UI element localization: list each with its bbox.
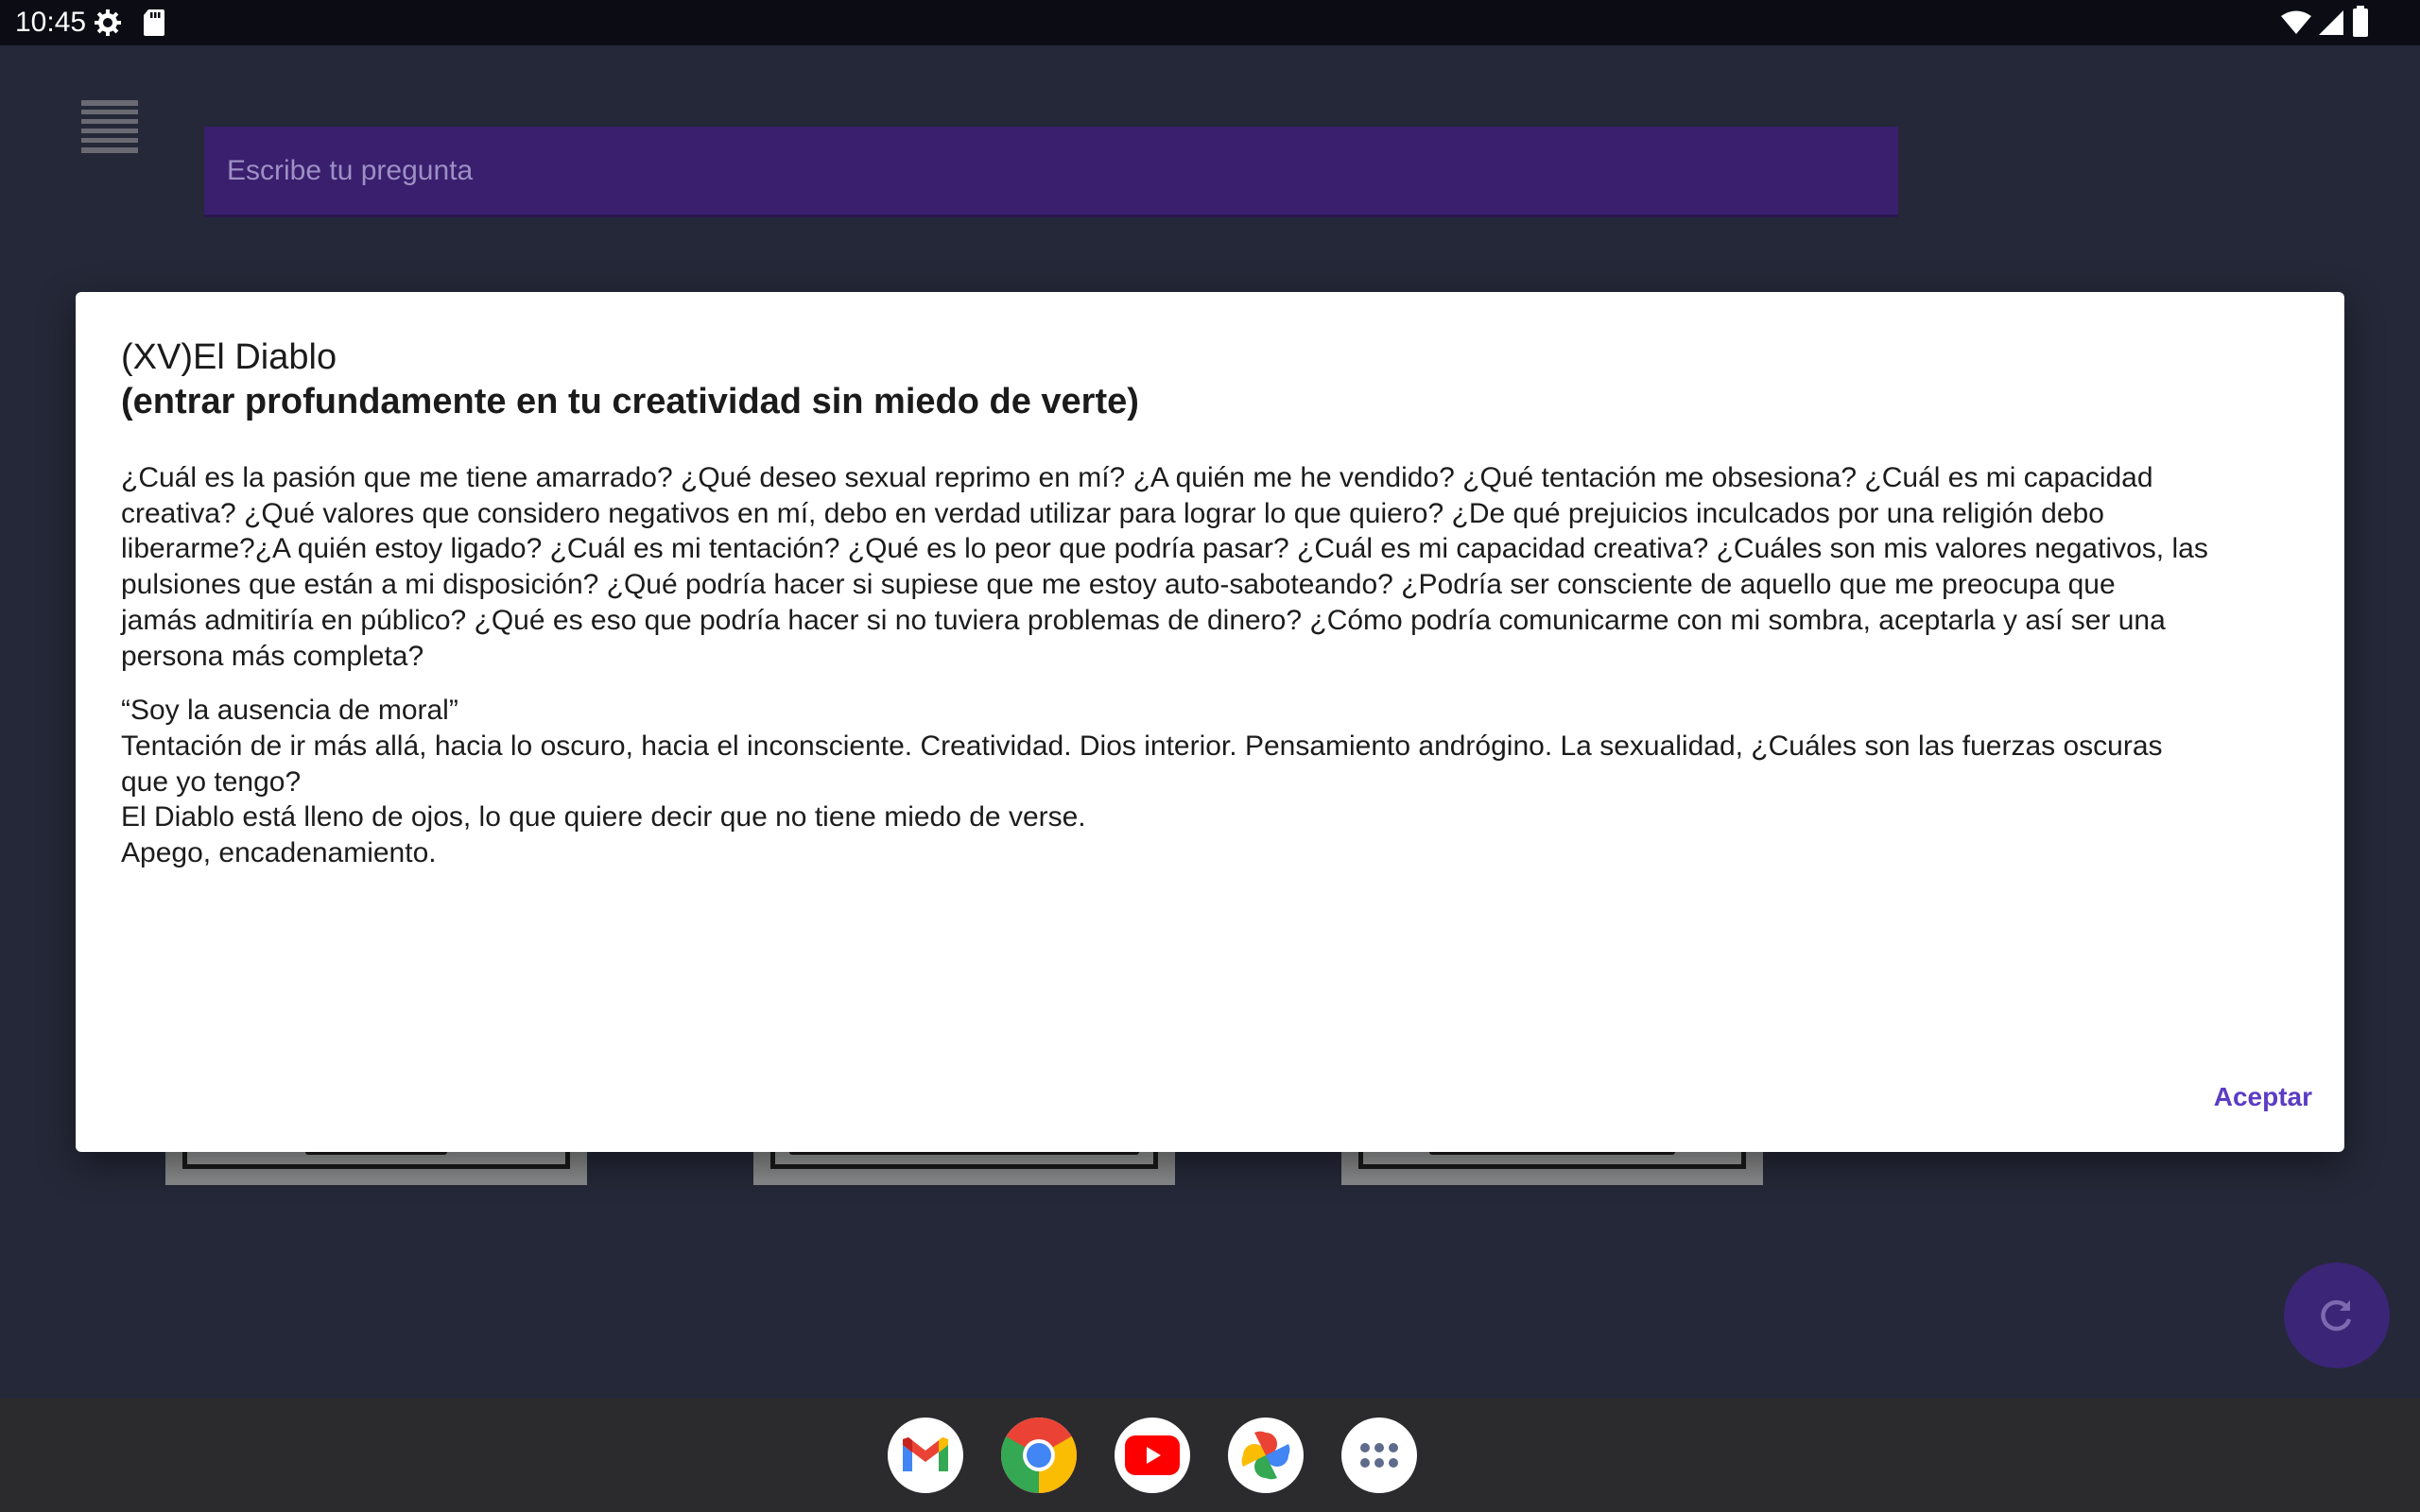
body-line: “Soy la ausencia de moral” [121,695,458,727]
body-line: liberarme?¿A quién estoy ligado? ¿Cuál e… [121,533,2208,565]
settings-icon [93,8,123,43]
dialog-title-line-2: (entrar profundamente en tu creatividad … [121,382,1139,421]
dialog-title-line-1: (XV)El Diablo [121,337,337,377]
body-line: pulsiones que están a mi disposición? ¿Q… [121,569,2116,601]
body-line: que yo tengo? [121,765,302,798]
body-line: Apego, encadenamiento. [121,837,437,869]
chrome-icon[interactable] [1001,1418,1077,1493]
dialog-title: (XV)El Diablo (entrar profundamente en t… [121,335,2295,424]
app-drawer-icon[interactable] [1341,1418,1417,1493]
dialog-meaning-paragraph: “Soy la ausencia de moral” Tentación de … [121,693,2308,871]
body-line: creativa? ¿Qué valores que considero neg… [121,497,2104,529]
body-line: persona más completa? [121,640,424,672]
wifi-icon [2280,9,2312,41]
battery-icon [2352,6,2369,43]
taskbar [0,1399,2420,1512]
signal-icon [2318,9,2344,41]
status-time: 10:45 [15,7,87,38]
body-line: Tentación de ir más allá, hacia lo oscur… [121,730,2163,762]
sd-card-icon [142,8,166,43]
body-line: El Diablo está lleno de ojos, lo que qui… [121,801,1086,833]
card-meaning-dialog: (XV)El Diablo (entrar profundamente en t… [76,292,2344,1152]
dialog-questions-paragraph: ¿Cuál es la pasión que me tiene amarrado… [121,460,2308,674]
dialog-body: ¿Cuál es la pasión que me tiene amarrado… [121,460,2308,871]
youtube-icon[interactable] [1115,1418,1190,1493]
body-line: ¿Cuál es la pasión que me tiene amarrado… [121,462,2153,493]
status-bar: 10:45 [0,0,2420,45]
accept-button[interactable]: Aceptar [2212,1073,2314,1122]
gmail-icon[interactable] [888,1418,963,1493]
photos-icon[interactable] [1228,1418,1304,1493]
body-line: jamás admitiría en público? ¿Qué es eso … [121,604,2166,636]
